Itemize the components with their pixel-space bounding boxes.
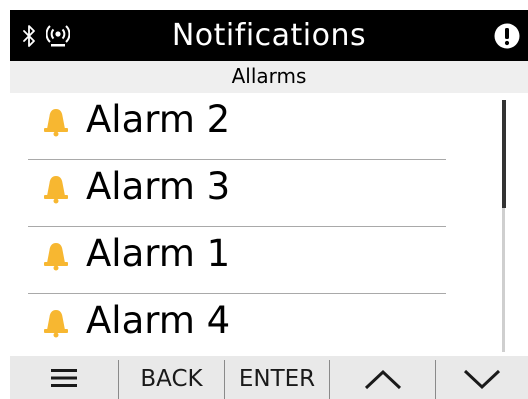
bell-icon xyxy=(44,176,68,204)
chevron-up-icon xyxy=(364,369,401,390)
bell-icon xyxy=(44,243,68,271)
page-title: Notifications xyxy=(171,18,367,53)
list-item[interactable]: Alarm 2 xyxy=(28,93,446,160)
back-button[interactable]: BACK xyxy=(119,356,224,399)
up-button[interactable] xyxy=(330,356,435,399)
alarm-label: Alarm 3 xyxy=(86,165,231,208)
softkey-bar: BACK ENTER xyxy=(10,356,528,399)
wireless-signal-icon xyxy=(46,25,70,47)
list-item[interactable]: Alarm 4 xyxy=(28,294,446,361)
chevron-down-icon xyxy=(463,369,501,390)
bell-icon xyxy=(44,109,68,137)
bell-icon xyxy=(44,310,68,338)
section-header: Allarms xyxy=(10,61,528,93)
alarm-label: Alarm 1 xyxy=(86,232,231,275)
hamburger-menu-icon xyxy=(51,369,77,387)
alarm-label: Alarm 4 xyxy=(86,299,231,342)
bluetooth-icon xyxy=(23,25,35,47)
notifications-screen: Notifications Allarms Alarm 2 Alarm 3 Al… xyxy=(0,0,528,399)
list-item[interactable]: Alarm 1 xyxy=(28,227,446,294)
section-title: Allarms xyxy=(231,64,307,88)
menu-button[interactable] xyxy=(10,356,118,399)
title-bar: Notifications xyxy=(10,10,528,61)
down-button[interactable] xyxy=(436,356,528,399)
exclamation-info-icon[interactable] xyxy=(494,23,520,49)
enter-button[interactable]: ENTER xyxy=(225,356,329,399)
alarm-list: Alarm 2 Alarm 3 Alarm 1 Alarm 4 xyxy=(28,93,446,361)
list-item[interactable]: Alarm 3 xyxy=(28,160,446,227)
alarm-label: Alarm 2 xyxy=(86,98,231,141)
scrollbar-thumb[interactable] xyxy=(502,100,506,208)
